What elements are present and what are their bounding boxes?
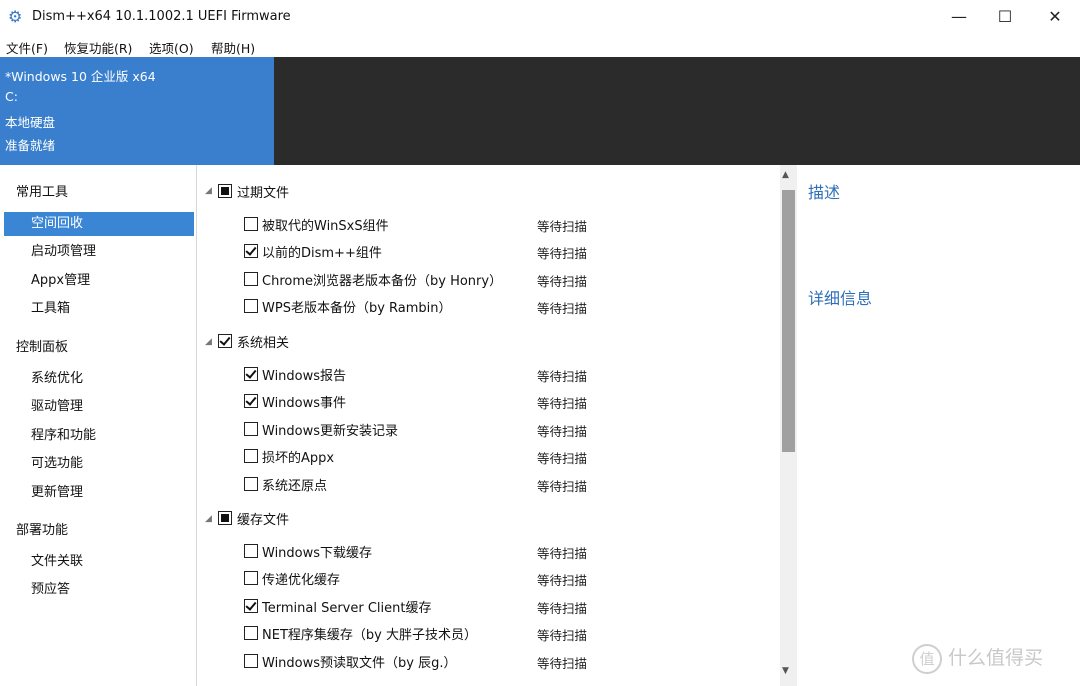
list-item-label: 系统还原点: [262, 479, 328, 494]
details-heading: 详细信息: [808, 289, 873, 308]
scroll-up-arrow-icon[interactable]: ▲: [782, 170, 789, 180]
sidebar-group-control-panel: 控制面板: [16, 340, 69, 355]
collapse-triangle-icon[interactable]: ◢: [205, 514, 212, 524]
list-item-label: WPS老版本备份（by Rambin）: [262, 301, 452, 316]
item-checkbox[interactable]: [244, 244, 258, 258]
list-item-label: 以前的Dism++组件: [262, 246, 382, 261]
sidebar: 常用工具 空间回收 启动项管理 Appx管理 工具箱 控制面板 系统优化 驱动管…: [0, 165, 197, 686]
group-checkbox-cache[interactable]: [218, 511, 232, 525]
sidebar-item-unattend[interactable]: 预应答: [4, 578, 194, 602]
list-item-status: 等待扫描: [537, 301, 588, 316]
item-checkbox[interactable]: [244, 571, 258, 585]
list-item-status: 等待扫描: [537, 573, 588, 588]
list-item-status: 等待扫描: [537, 656, 588, 671]
list-item-label: NET程序集缓存（by 大胖子技术员）: [262, 628, 477, 643]
item-checkbox[interactable]: [244, 272, 258, 286]
item-checkbox[interactable]: [244, 367, 258, 381]
sidebar-item-programs[interactable]: 程序和功能: [4, 424, 194, 448]
title-bar: ⚙ Dism++x64 10.1.1002.1 UEFI Firmware — …: [0, 0, 1080, 34]
list-item-label: Windows事件: [262, 396, 347, 411]
cleanup-list: ◢ 过期文件 被取代的WinSxS组件 等待扫描 以前的Dism++组件 等待扫…: [197, 165, 780, 686]
detail-pane: 描述 详细信息: [797, 165, 1080, 686]
sidebar-item-optimize[interactable]: 系统优化: [4, 367, 194, 391]
list-item-status: 等待扫描: [537, 369, 588, 384]
scrollbar-thumb[interactable]: [782, 190, 795, 452]
menu-options[interactable]: 选项(O): [149, 38, 194, 57]
list-item-label: Terminal Server Client缓存: [262, 601, 432, 616]
group-checkbox-system[interactable]: [218, 334, 232, 348]
item-checkbox[interactable]: [244, 654, 258, 668]
item-checkbox[interactable]: [244, 449, 258, 463]
list-item-status: 等待扫描: [537, 628, 588, 643]
list-item-label: Windows下载缓存: [262, 546, 373, 561]
close-button[interactable]: ✕: [1032, 0, 1078, 34]
group-label-expired-files: 过期文件: [237, 186, 290, 201]
item-checkbox[interactable]: [244, 217, 258, 231]
os-image-card[interactable]: *Windows 10 企业版 x64 C: 本地硬盘 准备就绪: [0, 57, 274, 165]
sidebar-item-startup[interactable]: 启动项管理: [4, 240, 194, 264]
watermark-logo-icon: 值: [912, 643, 942, 674]
item-checkbox[interactable]: [244, 544, 258, 558]
list-item-status: 等待扫描: [537, 219, 588, 234]
maximize-button[interactable]: ☐: [982, 0, 1028, 34]
sidebar-item-optional-features[interactable]: 可选功能: [4, 452, 194, 476]
group-label-system: 系统相关: [237, 336, 290, 351]
scroll-down-arrow-icon[interactable]: ▼: [782, 666, 789, 676]
menu-restore[interactable]: 恢复功能(R): [64, 38, 132, 57]
item-checkbox[interactable]: [244, 394, 258, 408]
item-checkbox[interactable]: [244, 422, 258, 436]
sidebar-item-toolbox[interactable]: 工具箱: [4, 297, 194, 321]
list-item-status: 等待扫描: [537, 451, 588, 466]
list-item-label: 传递优化缓存: [262, 573, 341, 588]
list-item-label: Windows更新安装记录: [262, 424, 399, 439]
list-item-status: 等待扫描: [537, 479, 588, 494]
sidebar-item-appx[interactable]: Appx管理: [4, 269, 194, 293]
item-checkbox[interactable]: [244, 599, 258, 613]
menu-file[interactable]: 文件(F): [6, 38, 48, 57]
item-checkbox[interactable]: [244, 299, 258, 313]
gear-icon: ⚙: [8, 7, 23, 26]
item-checkbox[interactable]: [244, 477, 258, 491]
menu-help[interactable]: 帮助(H): [211, 38, 255, 57]
item-checkbox[interactable]: [244, 626, 258, 640]
list-item-status: 等待扫描: [537, 424, 588, 439]
list-item-status: 等待扫描: [537, 546, 588, 561]
sidebar-item-drivers[interactable]: 驱动管理: [4, 395, 194, 419]
description-heading: 描述: [808, 183, 841, 202]
list-item-label: 损坏的Appx: [262, 451, 335, 466]
list-item-label: Chrome浏览器老版本备份（by Honry）: [262, 274, 503, 289]
group-label-cache: 缓存文件: [237, 513, 290, 528]
sidebar-item-updates[interactable]: 更新管理: [4, 481, 194, 505]
menu-bar: 文件(F) 恢复功能(R) 选项(O) 帮助(H): [0, 34, 1080, 58]
window-title: Dism++x64 10.1.1002.1 UEFI Firmware: [32, 9, 291, 24]
os-status: 准备就绪: [5, 138, 56, 153]
sidebar-item-file-assoc[interactable]: 文件关联: [4, 550, 194, 574]
sidebar-group-common-tools: 常用工具: [16, 185, 69, 200]
list-item-status: 等待扫描: [537, 246, 588, 261]
watermark-text: 什么值得买: [948, 647, 1044, 669]
list-item-status: 等待扫描: [537, 601, 588, 616]
collapse-triangle-icon[interactable]: ◢: [205, 337, 212, 347]
watermark: 值什么值得买: [912, 643, 1043, 674]
os-name: *Windows 10 企业版 x64: [5, 69, 156, 84]
list-item-label: Windows预读取文件（by 辰g.）: [262, 656, 457, 671]
list-item-status: 等待扫描: [537, 396, 588, 411]
sidebar-item-space-cleanup[interactable]: 空间回收: [4, 212, 194, 236]
os-disk-type: 本地硬盘: [5, 115, 56, 130]
list-item-label: 被取代的WinSxS组件: [262, 219, 389, 234]
list-item-label: Windows报告: [262, 369, 347, 384]
sidebar-group-deployment: 部署功能: [16, 523, 69, 538]
os-drive: C:: [5, 89, 18, 104]
list-item-status: 等待扫描: [537, 274, 588, 289]
group-checkbox-expired-files[interactable]: [218, 184, 232, 198]
minimize-button[interactable]: —: [936, 0, 982, 34]
collapse-triangle-icon[interactable]: ◢: [205, 186, 212, 196]
